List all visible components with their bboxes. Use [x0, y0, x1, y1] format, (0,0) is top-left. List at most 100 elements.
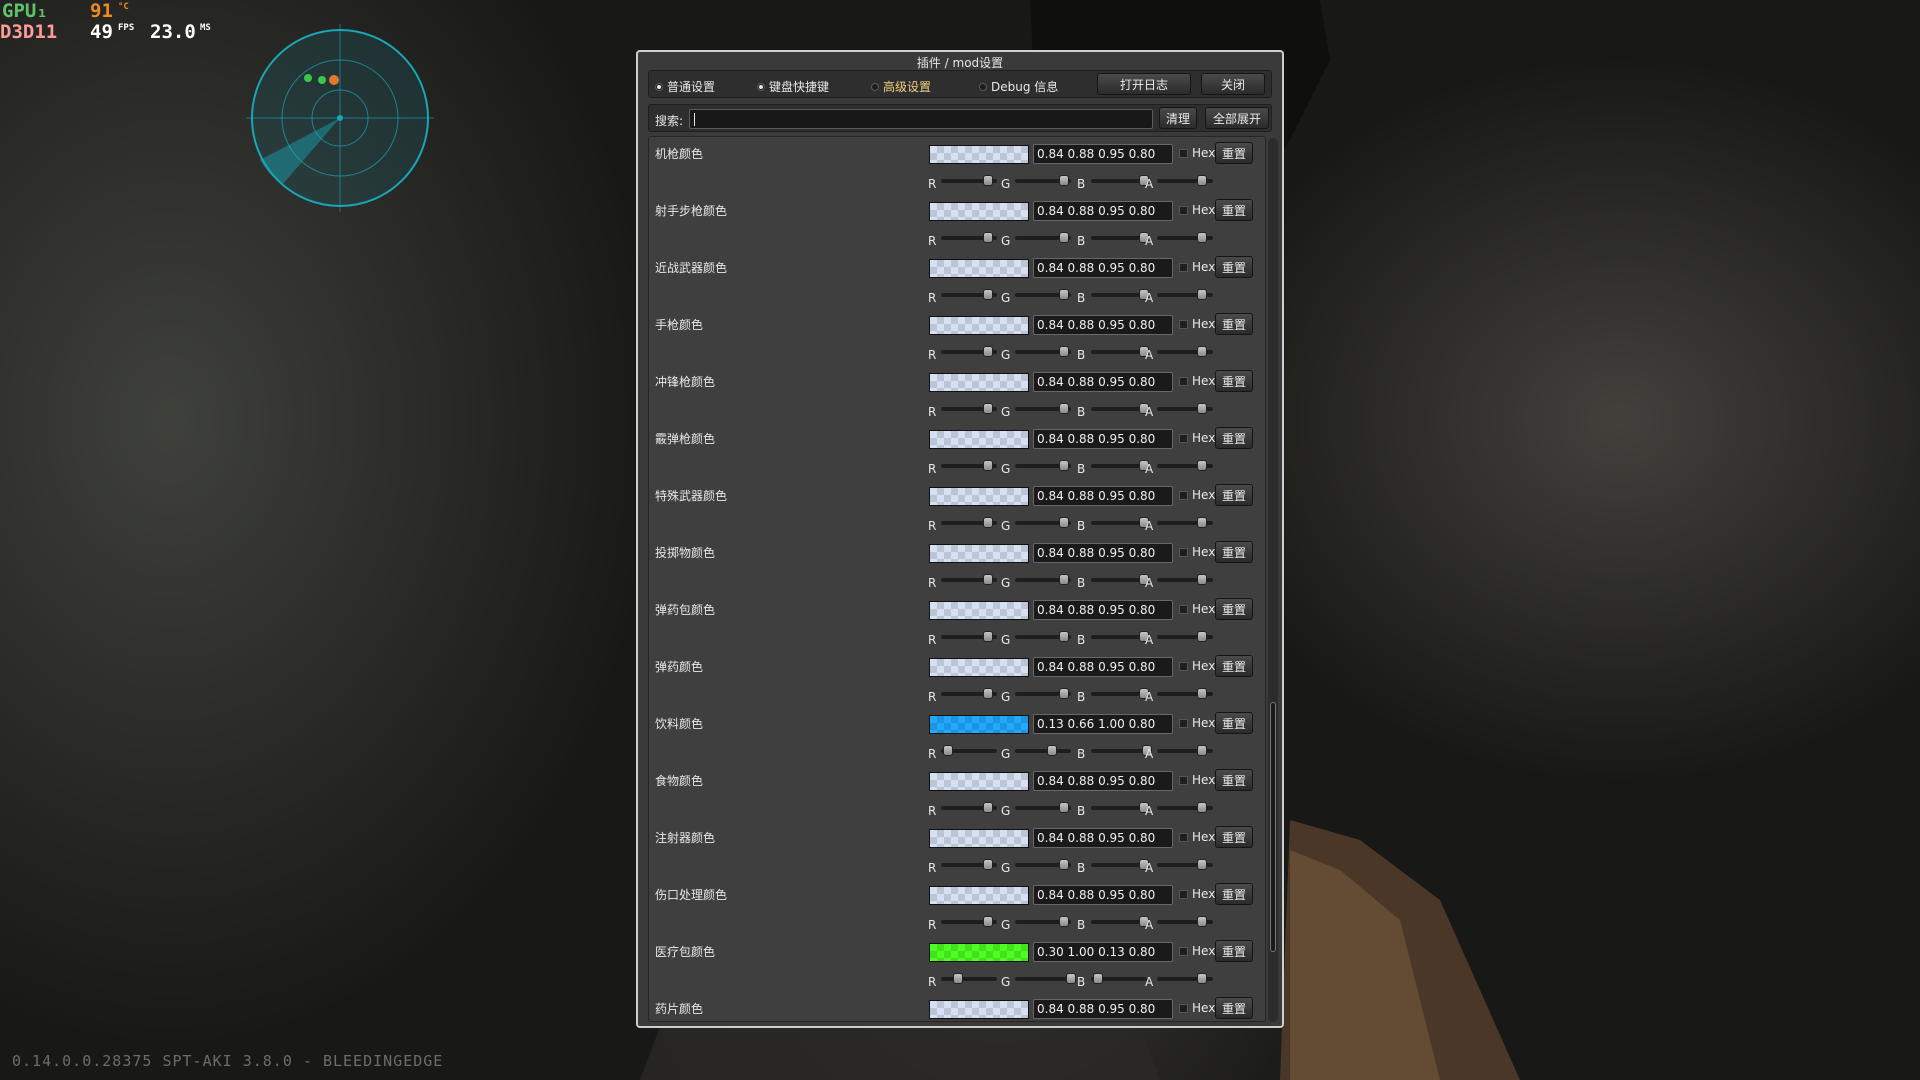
channel-slider[interactable]	[941, 574, 997, 585]
channel-slider[interactable]	[941, 460, 997, 471]
slider-handle[interactable]	[983, 574, 994, 585]
color-value-field[interactable]: 0.84 0.88 0.95 0.80	[1033, 828, 1173, 848]
color-value-field[interactable]: 0.30 1.00 0.13 0.80	[1033, 942, 1173, 962]
slider-handle[interactable]	[1196, 574, 1207, 585]
channel-slider[interactable]	[1157, 745, 1213, 756]
slider-handle[interactable]	[1196, 631, 1207, 642]
color-swatch[interactable]	[929, 487, 1029, 506]
channel-slider[interactable]	[1091, 574, 1150, 585]
channel-slider[interactable]	[1091, 460, 1150, 471]
slider-handle[interactable]	[1046, 745, 1057, 756]
slider-handle[interactable]	[1196, 745, 1207, 756]
close-button[interactable]: 关闭	[1201, 73, 1265, 95]
channel-slider[interactable]	[1091, 631, 1150, 642]
slider-handle[interactable]	[1196, 403, 1207, 414]
hex-toggle[interactable]: Hex	[1179, 887, 1215, 901]
channel-slider[interactable]	[941, 232, 997, 243]
channel-slider[interactable]	[941, 403, 997, 414]
slider-handle[interactable]	[1059, 802, 1070, 813]
tab-debug-info[interactable]: Debug 信息	[979, 78, 1058, 95]
channel-slider[interactable]	[1015, 403, 1071, 414]
slider-handle[interactable]	[943, 745, 954, 756]
channel-slider[interactable]	[1157, 973, 1213, 984]
color-swatch[interactable]	[929, 316, 1029, 335]
reset-button[interactable]: 重置	[1215, 826, 1253, 848]
slider-handle[interactable]	[983, 517, 994, 528]
search-input[interactable]	[689, 109, 1153, 129]
reset-button[interactable]: 重置	[1215, 541, 1253, 563]
channel-slider[interactable]	[1091, 232, 1150, 243]
slider-handle[interactable]	[983, 802, 994, 813]
color-value-field[interactable]: 0.84 0.88 0.95 0.80	[1033, 144, 1173, 164]
hex-toggle[interactable]: Hex	[1179, 317, 1215, 331]
slider-handle[interactable]	[1196, 916, 1207, 927]
hex-toggle[interactable]: Hex	[1179, 545, 1215, 559]
slider-handle[interactable]	[1196, 232, 1207, 243]
hex-toggle[interactable]: Hex	[1179, 146, 1215, 160]
tab-keyboard-shortcuts[interactable]: 键盘快捷键	[757, 78, 829, 95]
channel-slider[interactable]	[1157, 403, 1213, 414]
reset-button[interactable]: 重置	[1215, 256, 1253, 278]
reset-button[interactable]: 重置	[1215, 940, 1253, 962]
hex-toggle[interactable]: Hex	[1179, 944, 1215, 958]
slider-handle[interactable]	[1066, 973, 1076, 984]
channel-slider[interactable]	[941, 631, 997, 642]
reset-button[interactable]: 重置	[1215, 598, 1253, 620]
color-value-field[interactable]: 0.84 0.88 0.95 0.80	[1033, 258, 1173, 278]
slider-handle[interactable]	[983, 460, 994, 471]
channel-slider[interactable]	[1015, 631, 1071, 642]
channel-slider[interactable]	[1157, 460, 1213, 471]
color-value-field[interactable]: 0.84 0.88 0.95 0.80	[1033, 600, 1173, 620]
hex-toggle[interactable]: Hex	[1179, 716, 1215, 730]
hex-toggle[interactable]: Hex	[1179, 830, 1215, 844]
channel-slider[interactable]	[1091, 745, 1152, 756]
color-value-field[interactable]: 0.84 0.88 0.95 0.80	[1033, 372, 1173, 392]
channel-slider[interactable]	[941, 175, 997, 186]
color-swatch[interactable]	[929, 715, 1029, 734]
color-value-field[interactable]: 0.84 0.88 0.95 0.80	[1033, 885, 1173, 905]
slider-handle[interactable]	[983, 631, 994, 642]
channel-slider[interactable]	[941, 859, 997, 870]
color-value-field[interactable]: 0.84 0.88 0.95 0.80	[1033, 657, 1173, 677]
reset-button[interactable]: 重置	[1215, 313, 1253, 335]
channel-slider[interactable]	[1015, 802, 1071, 813]
color-swatch[interactable]	[929, 430, 1029, 449]
reset-button[interactable]: 重置	[1215, 712, 1253, 734]
channel-slider[interactable]	[1015, 232, 1071, 243]
channel-slider[interactable]	[1015, 289, 1071, 300]
channel-slider[interactable]	[1015, 460, 1071, 471]
slider-handle[interactable]	[1059, 631, 1070, 642]
channel-slider[interactable]	[1091, 289, 1150, 300]
slider-handle[interactable]	[983, 403, 994, 414]
color-swatch[interactable]	[929, 829, 1029, 848]
channel-slider[interactable]	[1157, 175, 1213, 186]
channel-slider[interactable]	[1091, 688, 1150, 699]
tab-advanced-settings[interactable]: 高级设置	[871, 78, 931, 95]
color-swatch[interactable]	[929, 544, 1029, 563]
hex-toggle[interactable]: Hex	[1179, 488, 1215, 502]
slider-handle[interactable]	[1196, 346, 1207, 357]
channel-slider[interactable]	[1015, 688, 1071, 699]
channel-slider[interactable]	[1157, 688, 1213, 699]
hex-toggle[interactable]: Hex	[1179, 374, 1215, 388]
color-swatch[interactable]	[929, 601, 1029, 620]
color-value-field[interactable]: 0.84 0.88 0.95 0.80	[1033, 429, 1173, 449]
channel-slider[interactable]	[941, 745, 997, 756]
scrollbar-thumb[interactable]	[1270, 702, 1276, 952]
channel-slider[interactable]	[1091, 403, 1150, 414]
hex-toggle[interactable]: Hex	[1179, 773, 1215, 787]
channel-slider[interactable]	[1157, 916, 1213, 927]
reset-button[interactable]: 重置	[1215, 655, 1253, 677]
slider-handle[interactable]	[1059, 289, 1070, 300]
channel-slider[interactable]	[1157, 802, 1213, 813]
channel-slider[interactable]	[1015, 517, 1071, 528]
hex-toggle[interactable]: Hex	[1179, 602, 1215, 616]
channel-slider[interactable]	[1015, 916, 1071, 927]
slider-handle[interactable]	[983, 232, 994, 243]
clear-button[interactable]: 清理	[1159, 107, 1197, 129]
slider-handle[interactable]	[983, 289, 994, 300]
color-swatch[interactable]	[929, 202, 1029, 221]
slider-handle[interactable]	[1196, 973, 1207, 984]
channel-slider[interactable]	[1157, 289, 1213, 300]
slider-handle[interactable]	[983, 859, 994, 870]
